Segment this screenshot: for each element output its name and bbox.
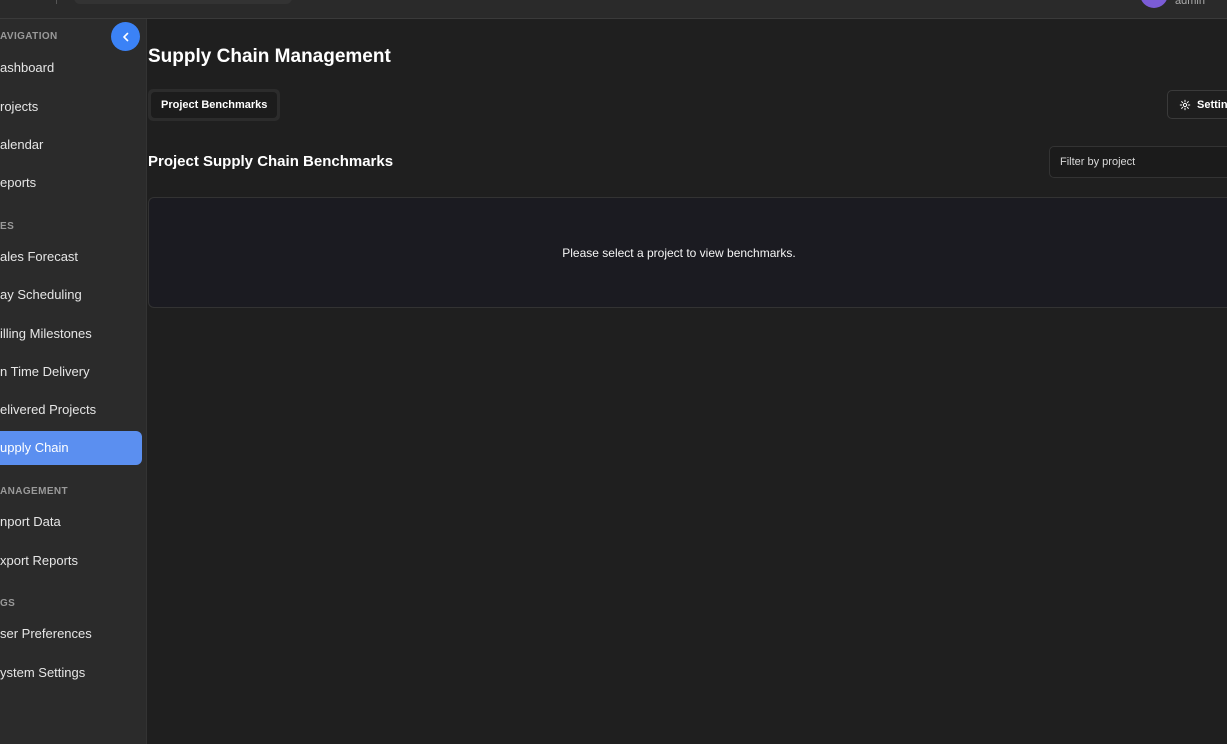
- username-label: admin: [1175, 0, 1205, 7]
- sidebar-item-projects[interactable]: rojects: [0, 90, 142, 124]
- avatar[interactable]: [1140, 0, 1168, 8]
- sidebar-item-pay-scheduling[interactable]: ay Scheduling: [0, 278, 142, 312]
- sidebar-item-import-data[interactable]: nport Data: [0, 505, 142, 539]
- sidebar-section-navigation: AVIGATION: [0, 31, 58, 42]
- sidebar-item-billing-milestones[interactable]: illing Milestones: [0, 317, 142, 351]
- sidebar-item-export-reports[interactable]: xport Reports: [0, 544, 142, 578]
- chevron-left-icon: [122, 32, 128, 41]
- sidebar: AVIGATION ashboard rojects alendar eport…: [0, 19, 147, 744]
- tab-bar: Project Benchmarks: [148, 89, 281, 121]
- sidebar-section-management: ANAGEMENT: [0, 486, 69, 497]
- sidebar-item-sales-forecast[interactable]: ales Forecast: [0, 240, 142, 274]
- sidebar-item-delivered-projects[interactable]: elivered Projects: [0, 393, 142, 427]
- main-content: Supply Chain Management Project Benchmar…: [148, 19, 1227, 744]
- collapse-sidebar-button[interactable]: [111, 22, 140, 51]
- top-bar: admin: [0, 0, 1227, 19]
- benchmarks-empty-state: Please select a project to view benchmar…: [148, 197, 1227, 308]
- sidebar-item-reports[interactable]: eports: [0, 166, 142, 200]
- search-input[interactable]: [74, 0, 292, 4]
- topbar-divider: [56, 0, 57, 4]
- settings-button-label: Settin: [1197, 98, 1227, 111]
- tab-project-benchmarks[interactable]: Project Benchmarks: [151, 92, 278, 118]
- sidebar-section-settings: GS: [0, 598, 16, 609]
- gear-icon: [1179, 99, 1191, 110]
- sidebar-item-calendar[interactable]: alendar: [0, 128, 142, 162]
- sidebar-section-sales: ES: [0, 221, 15, 232]
- sidebar-item-dashboard[interactable]: ashboard: [0, 51, 142, 85]
- section-title: Project Supply Chain Benchmarks: [148, 153, 394, 170]
- sidebar-item-system-settings[interactable]: ystem Settings: [0, 656, 142, 690]
- page-title: Supply Chain Management: [148, 46, 391, 67]
- empty-state-message: Please select a project to view benchmar…: [562, 245, 796, 260]
- sidebar-item-user-preferences[interactable]: ser Preferences: [0, 617, 142, 651]
- sidebar-item-supply-chain[interactable]: upply Chain: [0, 431, 142, 465]
- filter-by-project-select[interactable]: Filter by project: [1049, 146, 1227, 178]
- settings-button[interactable]: Settin: [1167, 90, 1227, 119]
- sidebar-item-on-time-delivery[interactable]: n Time Delivery: [0, 355, 142, 389]
